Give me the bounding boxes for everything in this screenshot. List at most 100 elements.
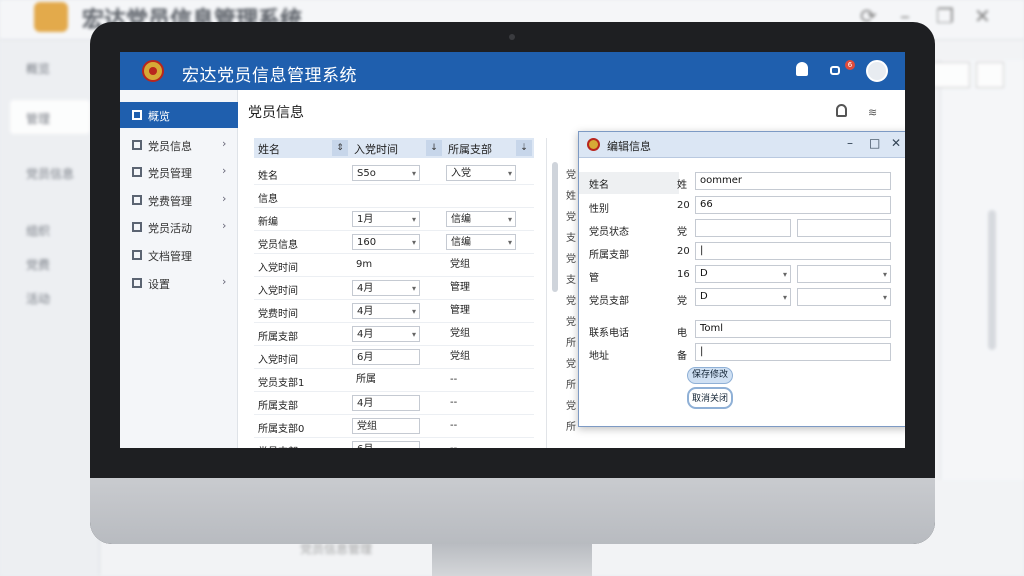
cell-branch[interactable]: 信编 ▾ bbox=[446, 211, 516, 227]
cell-name: 姓名 bbox=[258, 171, 278, 182]
scrollbar-track bbox=[546, 138, 547, 448]
table-row[interactable]: 所属支部 4月 -- bbox=[254, 392, 534, 415]
party-emblem-icon bbox=[142, 60, 164, 82]
manager-select-secondary[interactable]: ▾ bbox=[797, 265, 891, 283]
cell-join-date[interactable]: 4月 ▾ bbox=[352, 326, 420, 342]
cell-name: 党员信息 bbox=[258, 240, 298, 251]
field-label-branch: 所属支部 bbox=[589, 250, 629, 261]
member-branch-select[interactable]: D ▾ bbox=[695, 288, 791, 306]
table-scrollbar[interactable] bbox=[552, 162, 558, 292]
table-row[interactable]: 入党时间 6月 党组 bbox=[254, 346, 534, 369]
status-field-secondary[interactable] bbox=[797, 219, 891, 237]
sort-icon[interactable]: ⇣ bbox=[516, 140, 532, 156]
manager-select[interactable]: D ▾ bbox=[695, 265, 791, 283]
field-label-address: 地址 bbox=[589, 351, 609, 362]
field-prefix: 党 bbox=[677, 296, 687, 307]
cell-value: 4月 bbox=[357, 306, 374, 317]
user-avatar[interactable] bbox=[866, 60, 888, 82]
background-input bbox=[976, 62, 1004, 88]
sort-icon[interactable]: ↓ bbox=[426, 140, 442, 156]
field-prefix: 党 bbox=[677, 227, 687, 238]
column-header-branch[interactable]: 所属支部 bbox=[448, 141, 492, 157]
cell-join-date: 所属 bbox=[352, 372, 420, 388]
column-header-join-date[interactable]: 入党时间 bbox=[354, 141, 398, 157]
table-row[interactable]: 党员信息 160 ▾ 信编 ▾ bbox=[254, 231, 534, 254]
phone-field[interactable]: Toml bbox=[695, 320, 891, 338]
address-field[interactable]: | bbox=[695, 343, 891, 361]
table-row[interactable]: 所属支部 4月 ▾ 党组 bbox=[254, 323, 534, 346]
maximize-icon[interactable]: □ bbox=[869, 136, 880, 150]
column-header-name[interactable]: 姓名 bbox=[258, 141, 280, 157]
cell-name: 党费时间 bbox=[258, 309, 298, 320]
sidebar-item-activities[interactable]: 党员活动 › bbox=[120, 214, 238, 240]
reminder-bell-icon[interactable] bbox=[836, 104, 847, 117]
cell-branch: 管理 bbox=[446, 280, 516, 296]
cell-join-date bbox=[352, 188, 420, 204]
partial-column-cell: 党 bbox=[566, 254, 576, 265]
cell-join-date[interactable]: 4月 bbox=[352, 395, 420, 411]
cell-value: 4月 bbox=[357, 398, 374, 409]
cell-join-date[interactable]: 1月 ▾ bbox=[352, 211, 420, 227]
sidebar-item-dues-management[interactable]: 党费管理 › bbox=[120, 187, 238, 213]
cell-branch bbox=[446, 188, 516, 204]
table-row[interactable]: 党员支部1 所属 -- bbox=[254, 369, 534, 392]
cell-join-date[interactable]: 160 ▾ bbox=[352, 234, 420, 250]
background-sidebar-item: 概览 bbox=[26, 62, 51, 76]
cell-name: 党员支部0 bbox=[258, 443, 304, 448]
cell-value: 党组 bbox=[450, 259, 470, 270]
cancel-button[interactable]: 取消关闭 bbox=[687, 387, 733, 409]
table-row[interactable]: 入党时间 9m 党组 bbox=[254, 254, 534, 277]
minimize-icon[interactable]: – bbox=[847, 136, 853, 150]
name-field[interactable]: oommer bbox=[695, 172, 891, 190]
chevron-right-icon: › bbox=[222, 192, 227, 205]
cell-value: 党组 bbox=[450, 328, 470, 339]
gender-field[interactable]: 66 bbox=[695, 196, 891, 214]
cell-branch[interactable]: 入党 ▾ bbox=[446, 165, 516, 181]
cell-value: 入党 bbox=[451, 168, 471, 179]
status-field[interactable] bbox=[695, 219, 791, 237]
field-label-member-branch: 党员支部 bbox=[589, 296, 629, 307]
cell-branch: -- bbox=[446, 418, 516, 434]
chevron-down-icon: ▾ bbox=[882, 270, 887, 279]
restore-icon: ❐ bbox=[936, 4, 954, 28]
chevron-down-icon: ▾ bbox=[411, 284, 416, 293]
cell-value: 党组 bbox=[357, 421, 377, 432]
cell-join-date[interactable]: 党组 bbox=[352, 418, 420, 434]
table-row[interactable]: 入党时间 4月 ▾ 管理 bbox=[254, 277, 534, 300]
party-emblem-icon bbox=[587, 138, 600, 151]
table-row[interactable]: 党费时间 4月 ▾ 管理 bbox=[254, 300, 534, 323]
table-row[interactable]: 新编 1月 ▾ 信编 ▾ bbox=[254, 208, 534, 231]
sidebar-item-member-management[interactable]: 党员管理 › bbox=[120, 159, 238, 185]
branch-field[interactable]: | bbox=[695, 242, 891, 260]
cell-branch[interactable]: 信编 ▾ bbox=[446, 234, 516, 250]
table-row[interactable]: 所属支部0 党组 -- bbox=[254, 415, 534, 438]
notification-bell-icon[interactable] bbox=[796, 62, 808, 76]
sort-icon[interactable]: ⇕ bbox=[332, 140, 348, 156]
sidebar-item-overview[interactable]: 概览 bbox=[120, 102, 238, 128]
cell-join-date[interactable]: 6月 bbox=[352, 349, 420, 365]
save-button[interactable]: 保存修改 bbox=[687, 367, 733, 384]
sidebar-item-settings[interactable]: 设置 › bbox=[120, 270, 238, 296]
cell-join-date: 9m bbox=[352, 257, 420, 273]
field-prefix: 备 bbox=[677, 351, 687, 362]
sidebar-item-member-info[interactable]: 党员信息 › bbox=[120, 132, 238, 158]
filter-icon[interactable]: ≋ bbox=[868, 106, 877, 119]
cell-join-date[interactable]: S5o ▾ bbox=[352, 165, 420, 181]
partial-column-cell: 党 bbox=[566, 170, 576, 181]
monitor-stand bbox=[432, 544, 592, 576]
field-prefix: 20 bbox=[677, 200, 690, 211]
member-branch-select-secondary[interactable]: ▾ bbox=[797, 288, 891, 306]
cell-name: 所属支部0 bbox=[258, 424, 305, 435]
chevron-down-icon: ▾ bbox=[507, 169, 512, 178]
table-row[interactable]: 姓名 S5o ▾ 入党 ▾ bbox=[254, 162, 534, 185]
cell-join-date[interactable]: 4月 ▾ bbox=[352, 303, 420, 319]
partial-column-cell: 姓 bbox=[566, 191, 576, 202]
message-icon[interactable] bbox=[830, 66, 840, 75]
table-row[interactable]: 信息 bbox=[254, 185, 534, 208]
close-icon[interactable]: ✕ bbox=[891, 136, 901, 150]
sidebar-item-documents[interactable]: 文档管理 bbox=[120, 242, 238, 268]
cell-join-date[interactable]: 6月 bbox=[352, 441, 420, 448]
field-label-manager: 管 bbox=[589, 273, 599, 284]
cell-join-date[interactable]: 4月 ▾ bbox=[352, 280, 420, 296]
table-row[interactable]: 党员支部0 6月 -- bbox=[254, 438, 534, 448]
